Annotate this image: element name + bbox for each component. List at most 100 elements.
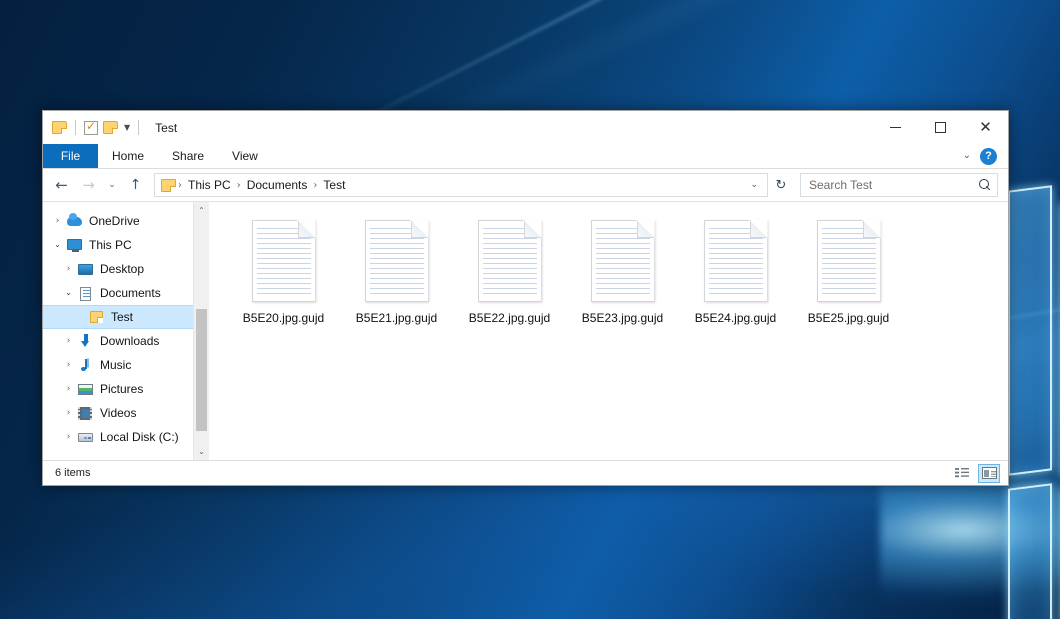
- sidebar-item-documents[interactable]: ⌄ Documents: [43, 281, 193, 305]
- generic-file-icon: [591, 220, 655, 302]
- documents-icon: [77, 286, 94, 301]
- minimize-button[interactable]: [873, 111, 918, 144]
- file-item[interactable]: B5E25.jpg.gujd: [792, 218, 905, 325]
- details-view-button[interactable]: [951, 464, 973, 483]
- forward-icon[interactable]: →: [76, 173, 101, 197]
- file-item[interactable]: B5E24.jpg.gujd: [679, 218, 792, 325]
- scrollbar-track[interactable]: [194, 219, 209, 443]
- tab-home[interactable]: Home: [98, 144, 158, 168]
- file-list-pane[interactable]: B5E20.jpg.gujd B5E21.jpg.gujd B5E22.jpg.…: [209, 202, 1008, 460]
- sidebar-item-pictures[interactable]: › Pictures: [43, 377, 193, 401]
- search-icon[interactable]: [979, 179, 992, 192]
- disk-drive-icon: [77, 430, 94, 445]
- large-icons-view-button[interactable]: [978, 464, 1000, 483]
- scrollbar-thumb[interactable]: [196, 309, 207, 431]
- sidebar-item-test[interactable]: Test: [43, 305, 193, 329]
- file-item[interactable]: B5E20.jpg.gujd: [227, 218, 340, 325]
- collapse-chevron-icon[interactable]: ⌄: [49, 241, 66, 249]
- file-name-label: B5E22.jpg.gujd: [469, 311, 550, 325]
- expand-chevron-icon[interactable]: ›: [60, 385, 77, 394]
- tab-view[interactable]: View: [218, 144, 272, 168]
- generic-file-icon: [704, 220, 768, 302]
- scroll-up-icon[interactable]: ⌃: [194, 202, 209, 219]
- maximize-button[interactable]: [918, 111, 963, 144]
- expand-chevron-icon[interactable]: ›: [60, 409, 77, 418]
- file-name-label: B5E24.jpg.gujd: [695, 311, 776, 325]
- tab-share[interactable]: Share: [158, 144, 218, 168]
- address-dropdown-icon[interactable]: ⌄: [745, 180, 763, 190]
- expand-chevron-icon[interactable]: ›: [60, 337, 77, 346]
- sidebar-item-label: Music: [100, 358, 131, 372]
- breadcrumb-separator-2[interactable]: ›: [311, 180, 319, 191]
- search-input[interactable]: [809, 178, 979, 192]
- sidebar-item-this-pc[interactable]: ⌄ This PC: [43, 233, 193, 257]
- file-item[interactable]: B5E21.jpg.gujd: [340, 218, 453, 325]
- sidebar-item-onedrive[interactable]: › OneDrive: [43, 209, 193, 233]
- expand-chevron-icon[interactable]: ›: [49, 217, 66, 226]
- expand-chevron-icon[interactable]: ›: [60, 265, 77, 274]
- breadcrumb-item-test[interactable]: Test: [319, 176, 349, 194]
- refresh-icon[interactable]: ↻: [770, 173, 792, 197]
- window-controls: ✕: [873, 111, 1008, 144]
- item-count-label: 6 items: [55, 467, 90, 479]
- ribbon-tabs: File Home Share View ⌄ ?: [43, 144, 1008, 169]
- downloads-icon: [77, 334, 94, 349]
- qat-separator-2: [138, 120, 139, 135]
- scroll-down-icon[interactable]: ⌄: [194, 443, 209, 460]
- help-icon[interactable]: ?: [980, 148, 997, 165]
- sidebar-item-label: Documents: [100, 286, 161, 300]
- expand-chevron-icon[interactable]: ›: [60, 433, 77, 442]
- breadcrumb-folder-icon: [161, 179, 176, 192]
- chevron-down-icon[interactable]: ⌄: [963, 151, 971, 161]
- breadcrumb-separator-0: ›: [176, 180, 184, 191]
- status-bar: 6 items: [43, 460, 1008, 485]
- navigation-pane-scrollbar[interactable]: ⌃ ⌄: [193, 202, 209, 460]
- folder-icon: [88, 310, 105, 325]
- ribbon-right-controls: ⌄ ?: [963, 144, 1008, 168]
- view-mode-buttons: [951, 464, 1000, 483]
- file-name-label: B5E25.jpg.gujd: [808, 311, 889, 325]
- sidebar-item-label: This PC: [89, 238, 132, 252]
- file-name-label: B5E23.jpg.gujd: [582, 311, 663, 325]
- customize-qat-caret-icon[interactable]: ▼: [124, 124, 130, 132]
- generic-file-icon: [478, 220, 542, 302]
- sidebar-item-desktop[interactable]: › Desktop: [43, 257, 193, 281]
- sidebar-item-videos[interactable]: › Videos: [43, 401, 193, 425]
- breadcrumb-separator-1[interactable]: ›: [235, 180, 243, 191]
- properties-icon[interactable]: [84, 121, 98, 135]
- file-item[interactable]: B5E22.jpg.gujd: [453, 218, 566, 325]
- recent-locations-icon[interactable]: ⌄: [103, 173, 121, 197]
- sidebar-item-local-disk-c[interactable]: › Local Disk (C:): [43, 425, 193, 449]
- breadcrumb[interactable]: › This PC › Documents › Test ⌄: [154, 173, 768, 197]
- sidebar-item-downloads[interactable]: › Downloads: [43, 329, 193, 353]
- sidebar-item-music[interactable]: › Music: [43, 353, 193, 377]
- file-name-label: B5E20.jpg.gujd: [243, 311, 324, 325]
- back-icon[interactable]: ←: [49, 173, 74, 197]
- tab-file[interactable]: File: [43, 144, 98, 168]
- sidebar-item-label: Downloads: [100, 334, 159, 348]
- flag-pane-top-left: [1008, 185, 1052, 475]
- file-item[interactable]: B5E23.jpg.gujd: [566, 218, 679, 325]
- quick-access-toolbar: ▼ Test: [43, 120, 177, 135]
- videos-icon: [77, 406, 94, 421]
- qat-separator-1: [75, 120, 76, 135]
- window-body: › OneDrive ⌄ This PC › Desktop ⌄ Documen…: [43, 201, 1008, 460]
- up-icon[interactable]: ↑: [123, 173, 148, 197]
- onedrive-icon: [66, 214, 83, 229]
- new-folder-icon[interactable]: [103, 121, 118, 134]
- breadcrumb-item-documents[interactable]: Documents: [243, 176, 312, 194]
- sidebar-item-label: Desktop: [100, 262, 144, 276]
- search-box[interactable]: [800, 173, 998, 197]
- folder-icon[interactable]: [52, 121, 67, 134]
- title-bar: ▼ Test ✕: [43, 111, 1008, 144]
- music-icon: [77, 358, 94, 373]
- expand-chevron-icon[interactable]: ›: [60, 361, 77, 370]
- navigation-pane: › OneDrive ⌄ This PC › Desktop ⌄ Documen…: [43, 202, 193, 460]
- window-title: Test: [155, 121, 177, 135]
- this-pc-icon: [66, 238, 83, 253]
- collapse-chevron-icon[interactable]: ⌄: [60, 289, 77, 297]
- desktop-icon: [77, 262, 94, 277]
- close-button[interactable]: ✕: [963, 111, 1008, 144]
- file-explorer-window: ▼ Test ✕ File Home Share View ⌄ ? ← → ⌄ …: [42, 110, 1009, 486]
- breadcrumb-item-this-pc[interactable]: This PC: [184, 176, 235, 194]
